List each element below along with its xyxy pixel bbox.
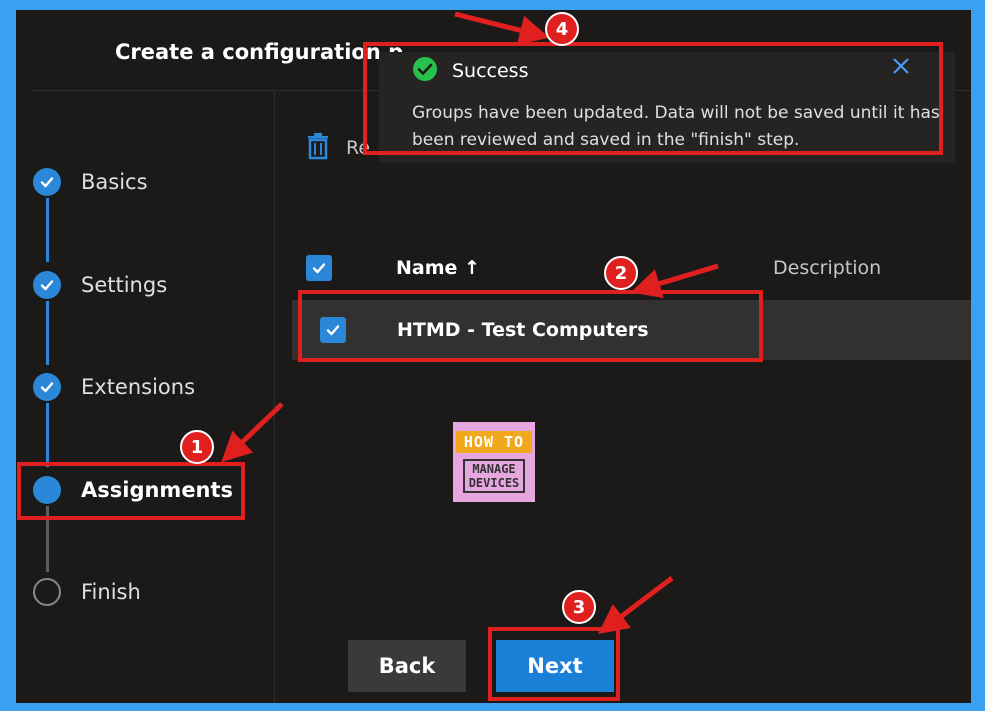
- arrow-4: [454, 11, 550, 45]
- arrow-3: [598, 576, 674, 635]
- arrow-2: [630, 263, 719, 299]
- annotation-badge: 2: [604, 256, 638, 290]
- annotation-badge: 3: [562, 590, 596, 624]
- arrow-1: [221, 402, 284, 463]
- annotation-badge: 1: [180, 430, 214, 464]
- annotation-arrows: [221, 11, 719, 635]
- annotation-badge: 4: [545, 12, 579, 46]
